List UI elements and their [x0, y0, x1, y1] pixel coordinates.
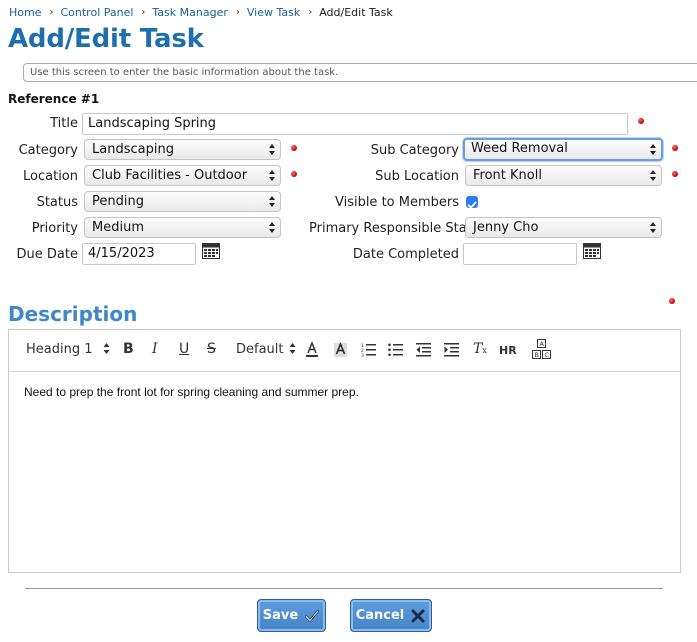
category-label: Category	[18, 143, 78, 158]
description-heading: Description	[8, 302, 138, 326]
date-completed-input[interactable]	[463, 243, 577, 265]
sub-category-select-value: Weed Removal	[471, 141, 568, 156]
status-label: Status	[36, 195, 78, 210]
status-select[interactable]: Pending	[84, 191, 281, 212]
calendar-icon[interactable]	[583, 243, 601, 259]
editor-toolbar: Heading 1 B I U S Default 1 2 3 Tx HR A …	[9, 330, 680, 372]
due-date-label: Due Date	[16, 247, 78, 262]
visible-to-members-label: Visible to Members	[334, 195, 459, 210]
highlight-icon[interactable]	[333, 342, 348, 358]
cancel-button[interactable]: Cancel	[350, 599, 432, 632]
italic-icon[interactable]: I	[152, 341, 158, 357]
select-arrows-icon	[650, 170, 656, 181]
unordered-list-icon[interactable]	[388, 343, 403, 357]
breadcrumb-separator: ›	[141, 7, 146, 18]
required-indicator	[669, 298, 675, 304]
sub-location-label: Sub Location	[375, 169, 459, 184]
close-icon	[411, 609, 425, 622]
location-select[interactable]: Club Facilities - Outdoor	[84, 165, 281, 186]
due-date-input[interactable]: 4/15/2023	[82, 243, 196, 265]
required-indicator	[638, 118, 644, 124]
breadcrumb-separator: ›	[308, 7, 313, 18]
save-button[interactable]: Save	[257, 599, 326, 632]
select-arrows-icon	[269, 144, 275, 155]
sub-location-select-value: Front Knoll	[473, 168, 542, 183]
breadcrumb-task-manager[interactable]: Task Manager	[152, 6, 227, 19]
select-arrows-icon	[103, 343, 110, 354]
visible-to-members-checkbox[interactable]	[466, 196, 478, 209]
checkmark-icon	[305, 609, 320, 622]
svg-text:B: B	[535, 351, 539, 359]
breadcrumb-home[interactable]: Home	[9, 6, 41, 19]
ordered-list-icon[interactable]: 1 2 3	[361, 343, 376, 357]
font-select[interactable]: Default	[236, 342, 296, 357]
priority-label: Priority	[31, 221, 78, 236]
divider	[25, 588, 663, 589]
location-label: Location	[23, 169, 78, 184]
primary-responsible-label: Primary Responsible Staf	[309, 221, 465, 236]
breadcrumb-control-panel[interactable]: Control Panel	[60, 6, 133, 19]
calendar-icon[interactable]	[202, 243, 220, 259]
font-select-value: Default	[236, 342, 284, 357]
breadcrumb-view-task[interactable]: View Task	[247, 6, 300, 19]
status-select-value: Pending	[92, 194, 144, 209]
cancel-button-label: Cancel	[355, 608, 405, 623]
breadcrumb-separator: ›	[49, 7, 54, 18]
outdent-icon[interactable]	[416, 343, 431, 357]
heading-select[interactable]: Heading 1	[26, 342, 110, 357]
required-indicator	[672, 171, 678, 177]
primary-responsible-select[interactable]: Jenny Cho	[465, 217, 662, 238]
date-completed-label: Date Completed	[352, 247, 459, 262]
strikethrough-icon[interactable]: S	[207, 341, 216, 357]
editor-content[interactable]: Need to prep the front lot for spring cl…	[24, 385, 359, 399]
horizontal-rule-icon[interactable]: HR	[499, 344, 517, 357]
svg-text:A: A	[540, 340, 545, 348]
info-bar: Use this screen to enter the basic infor…	[23, 63, 697, 82]
title-label: Title	[50, 116, 78, 131]
clear-format-icon[interactable]: Tx	[473, 341, 487, 357]
select-arrows-icon	[269, 196, 275, 207]
sub-category-select[interactable]: Weed Removal	[463, 138, 663, 161]
checkmark-icon	[467, 201, 477, 209]
priority-select[interactable]: Medium	[84, 217, 281, 238]
category-select[interactable]: Landscaping	[84, 139, 281, 160]
category-select-value: Landscaping	[92, 142, 174, 157]
required-indicator	[291, 145, 297, 151]
heading-select-value: Heading 1	[26, 342, 93, 357]
description-editor: Heading 1 B I U S Default 1 2 3 Tx HR A …	[8, 329, 681, 573]
sub-location-select[interactable]: Front Knoll	[465, 165, 662, 186]
priority-select-value: Medium	[92, 220, 144, 235]
title-input[interactable]: Landscaping Spring	[82, 113, 628, 135]
svg-text:C: C	[545, 351, 550, 359]
select-arrows-icon	[650, 222, 656, 233]
page-title: Add/Edit Task	[8, 24, 204, 54]
select-arrows-icon	[650, 144, 656, 155]
required-indicator	[672, 145, 678, 151]
primary-responsible-select-value: Jenny Cho	[473, 220, 539, 235]
select-arrows-icon	[269, 222, 275, 233]
indent-icon[interactable]	[444, 343, 459, 357]
select-arrows-icon	[269, 170, 275, 181]
breadcrumb-separator: ›	[235, 7, 240, 18]
breadcrumb-current: Add/Edit Task	[319, 6, 393, 19]
reference-number: Reference #1	[8, 92, 100, 106]
location-select-value: Club Facilities - Outdoor	[92, 168, 248, 183]
bold-icon[interactable]: B	[123, 341, 134, 357]
breadcrumb: Home › Control Panel › Task Manager › Vi…	[9, 6, 393, 19]
text-color-icon[interactable]	[305, 342, 319, 358]
sub-category-label: Sub Category	[370, 143, 459, 158]
svg-text:3: 3	[361, 353, 364, 357]
save-button-label: Save	[262, 608, 299, 623]
required-indicator	[291, 171, 297, 177]
underline-icon[interactable]: U	[179, 341, 189, 357]
special-chars-icon[interactable]: AB C	[530, 338, 554, 362]
select-arrows-icon	[289, 343, 296, 354]
